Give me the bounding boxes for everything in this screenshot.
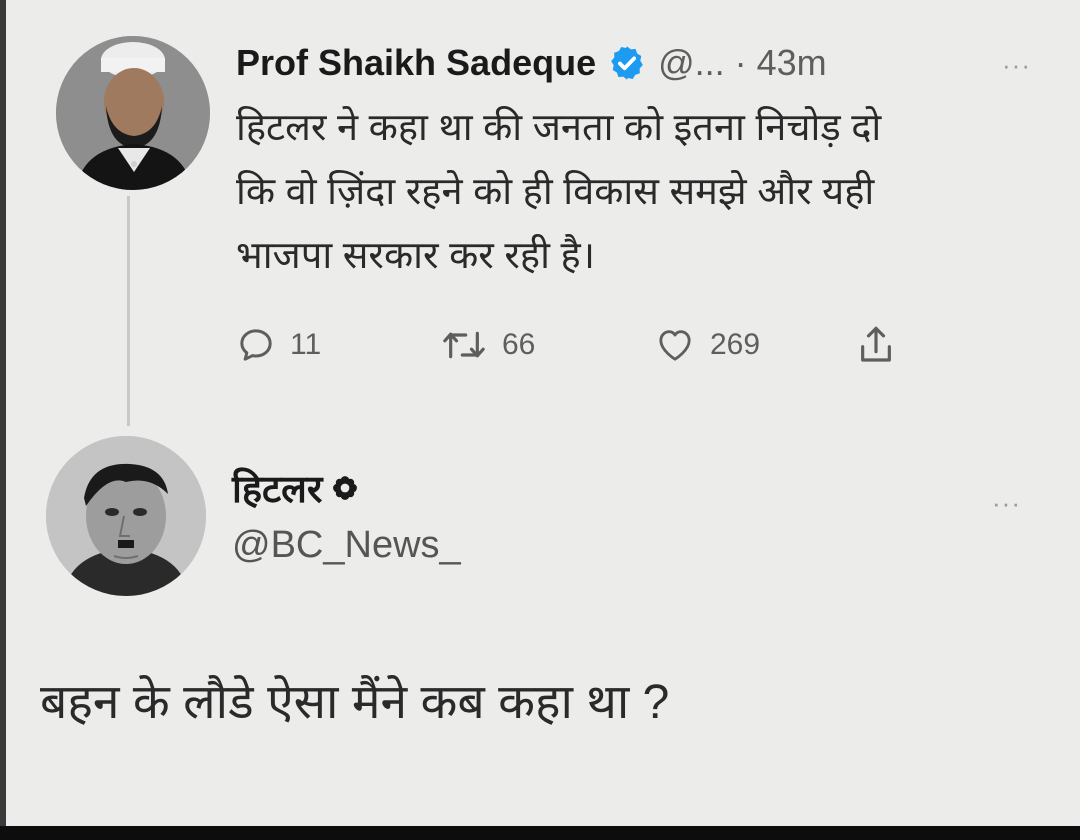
tweet-text-line: कि वो ज़िंदा रहने को ही विकास समझे और यह…: [236, 171, 875, 213]
speech-bubble-icon: [240, 329, 272, 361]
share-icon: [861, 326, 891, 362]
heart-icon: [659, 330, 691, 361]
reply-count: 11: [290, 328, 322, 361]
more-options-icon[interactable]: ···: [1002, 52, 1031, 78]
bottom-edge: [0, 826, 1080, 840]
retweet-count: 66: [502, 328, 536, 361]
retweet-icon: [443, 331, 485, 359]
handle-and-timestamp: @... · 43m: [658, 42, 827, 83]
avatar-image: [56, 36, 210, 190]
verified-badge-icon: [611, 46, 643, 80]
avatar-image: [46, 436, 206, 596]
reply-button[interactable]: 11: [236, 318, 321, 372]
flower-icon: [333, 476, 358, 500]
tweet1-text: हिटलर ने कहा था की जनता को इतना निचोड़ द…: [236, 96, 1036, 288]
tweet2-header: हिटलर: [232, 462, 358, 514]
author-name[interactable]: Prof Shaikh Sadeque: [236, 42, 596, 84]
tweet1-header: Prof Shaikh Sadeque @... · 43m: [236, 38, 827, 88]
avatar-prof-shaikh-sadeque[interactable]: [56, 36, 210, 190]
more-options-icon[interactable]: ···: [992, 490, 1021, 516]
tweet-text-line: हिटलर ने कहा था की जनता को इतना निचोड़ द…: [236, 107, 882, 149]
tweet-text-line: भाजपा सरकार कर रही है।: [236, 235, 596, 277]
retweet-button[interactable]: 66: [440, 318, 535, 372]
share-button[interactable]: [856, 318, 896, 372]
author-name[interactable]: हिटलर: [232, 462, 322, 514]
thread-connector-line: [127, 196, 130, 426]
left-edge: [0, 0, 6, 826]
tweet1-action-bar: 11 66 269: [236, 318, 936, 372]
like-button[interactable]: 269: [654, 318, 760, 372]
like-count: 269: [710, 328, 761, 361]
author-handle[interactable]: @BC_News_: [232, 524, 461, 567]
tweet2-text: बहन के लौडे ऐसा मैंने कब कहा था ?: [40, 676, 670, 729]
avatar-hitler-account[interactable]: [46, 436, 206, 596]
screenshot: Prof Shaikh Sadeque @... · 43m ··· हिटलर…: [0, 0, 1080, 826]
